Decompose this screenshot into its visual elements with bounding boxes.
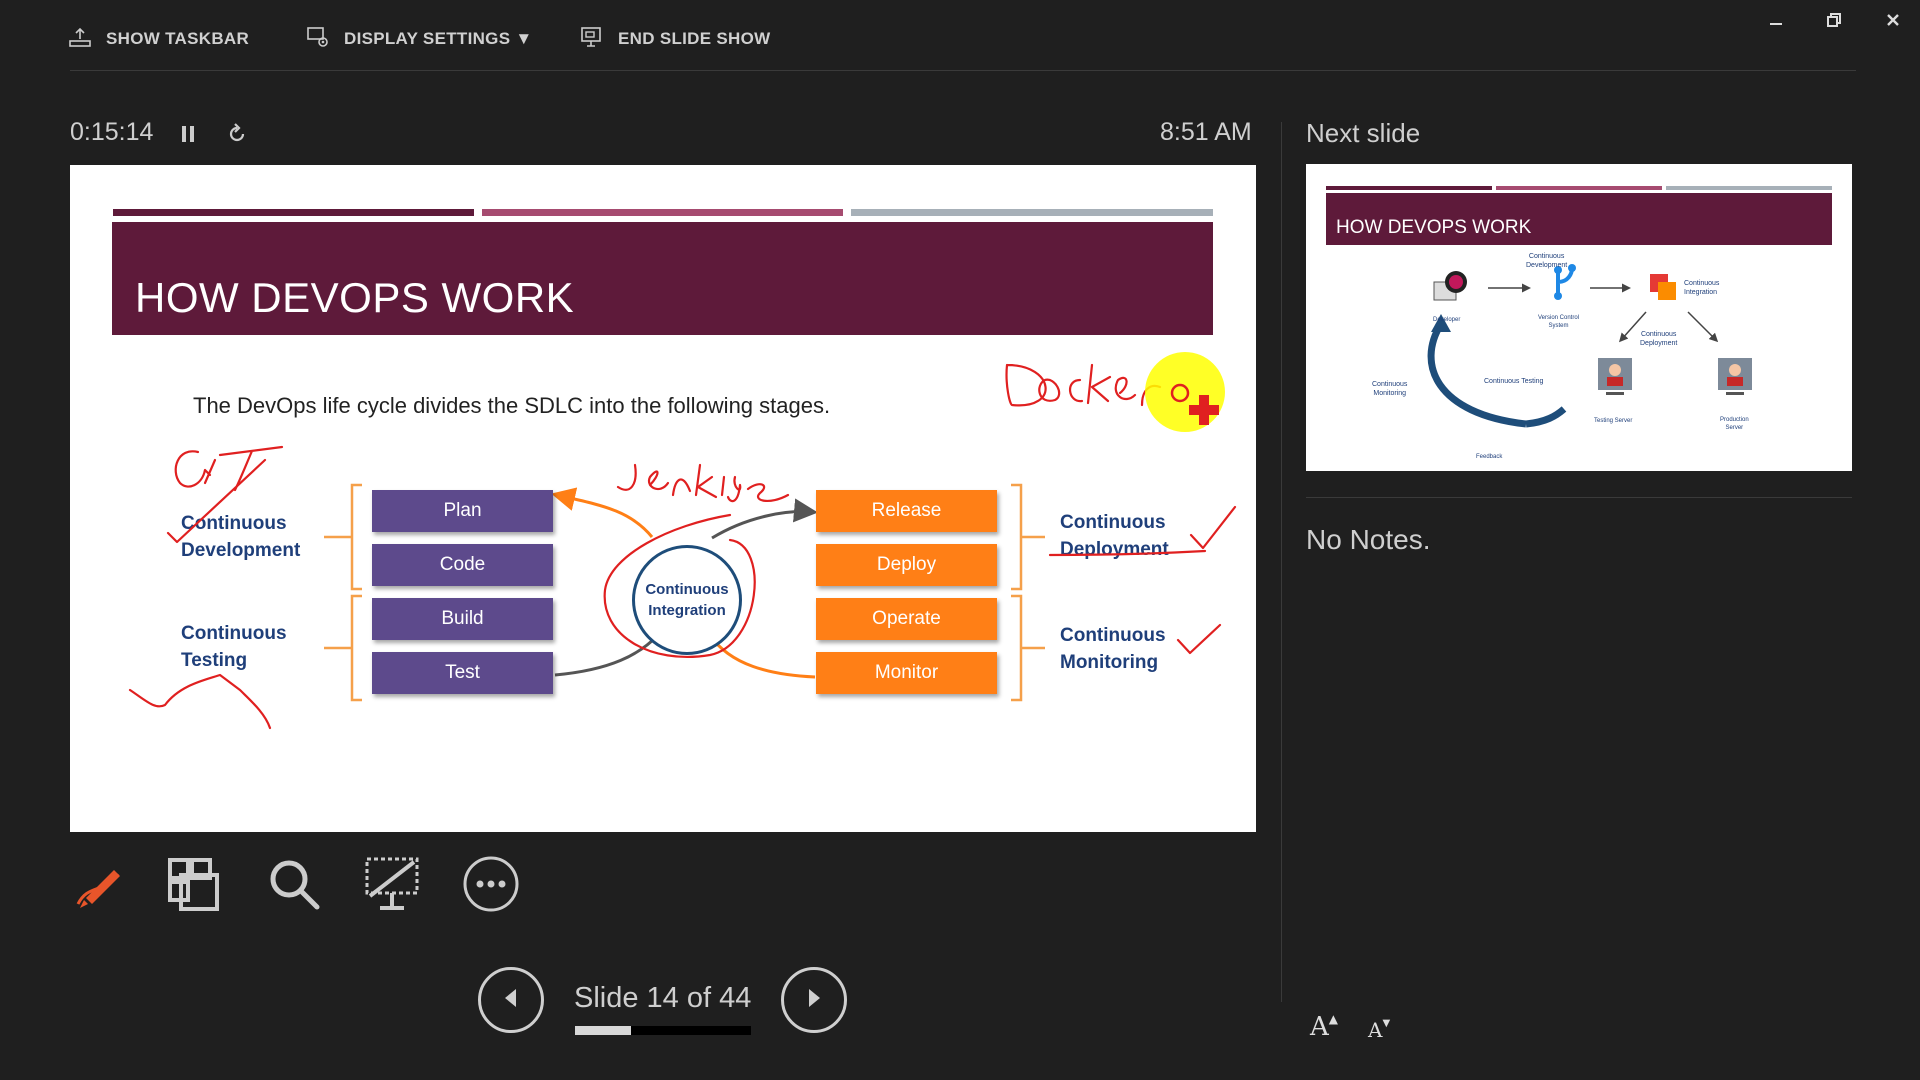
clock: 8:51 AM	[1160, 118, 1252, 146]
slide-progress-fill	[575, 1026, 631, 1035]
thumb-vcs-2: System	[1548, 323, 1569, 329]
display-settings-icon	[306, 25, 330, 54]
ink-annotations	[128, 352, 1237, 730]
thumb-label-cdep: Continuous Deployment	[1640, 330, 1677, 348]
toolbar-divider	[70, 70, 1856, 71]
pause-icon[interactable]	[172, 118, 204, 150]
more-icon[interactable]	[459, 852, 523, 916]
next-slide-button[interactable]	[781, 967, 847, 1033]
next-slide-label: Next slide	[1306, 118, 1421, 148]
grid-icon[interactable]	[162, 852, 226, 916]
thumb-ci-1: Continuous	[1684, 280, 1720, 287]
decrease-font-label: A	[1368, 1018, 1383, 1042]
thumb-cmon-1: Continuous	[1372, 381, 1408, 388]
display-settings-button[interactable]: DISPLAY SETTINGS ▼	[306, 22, 533, 56]
end-show-icon	[580, 25, 604, 54]
minimize-icon[interactable]	[1756, 6, 1796, 34]
thumb-label-feedback: Feedback	[1476, 454, 1503, 460]
thumb-ci-2: Integration	[1684, 289, 1718, 296]
thumb-prod-2: Server	[1725, 425, 1744, 431]
taskbar-icon	[68, 25, 92, 54]
thumb-cd-1: Continuous	[1528, 253, 1565, 260]
restore-icon[interactable]	[1814, 6, 1854, 34]
thumb-label-vcs: Version Control System	[1538, 314, 1579, 330]
black-screen-icon[interactable]	[360, 852, 424, 916]
current-slide[interactable]: HOW DEVOPS WORK The DevOps life cycle di…	[70, 165, 1256, 832]
close-icon[interactable]	[1873, 6, 1913, 34]
thumb-cd-2: Development	[1526, 262, 1568, 269]
end-slide-show-button[interactable]: END SLIDE SHOW	[580, 22, 771, 56]
slide-counter: Slide 14 of 44	[574, 982, 752, 1014]
display-settings-label: DISPLAY SETTINGS ▼	[344, 29, 533, 48]
magnifier-icon[interactable]	[262, 852, 326, 916]
slide-progress	[575, 1026, 751, 1035]
prev-icon	[500, 986, 522, 1015]
thumb-cmon-2: Monitoring	[1373, 390, 1407, 397]
increase-font-button[interactable]: A▲	[1310, 1012, 1338, 1042]
next-slide-thumbnail[interactable]: HOW DEVOPS WORK Continuous Development C…	[1306, 164, 1852, 471]
thumb-prod-1: Production	[1720, 417, 1749, 423]
increase-font-label: A	[1310, 1012, 1329, 1042]
thumb-label-cd: Continuous Development	[1526, 252, 1567, 270]
thumb-label-prod-server: Production Server	[1720, 416, 1749, 432]
speaker-notes: No Notes.	[1306, 524, 1431, 555]
pen-icon[interactable]	[66, 852, 130, 916]
end-slide-show-label: END SLIDE SHOW	[618, 29, 771, 48]
thumb-label-test-server: Testing Server	[1594, 418, 1633, 424]
notes-divider	[1306, 497, 1852, 498]
thumb-label-cmon: Continuous Monitoring	[1372, 380, 1407, 398]
thumb-cdep-1: Continuous	[1640, 331, 1677, 338]
show-taskbar-label: SHOW TASKBAR	[106, 29, 250, 48]
show-taskbar-button[interactable]: SHOW TASKBAR	[68, 22, 249, 56]
thumb-label-ctest: Continuous Testing	[1484, 378, 1544, 385]
thumb-vcs-1: Version Control	[1538, 315, 1580, 321]
elapsed-timer: 0:15:14	[70, 118, 154, 146]
thumb-label-ci: Continuous Integration	[1684, 279, 1719, 297]
thumb-cdep-2: Deployment	[1640, 340, 1678, 347]
next-icon	[803, 986, 825, 1015]
decrease-font-button[interactable]: A▼	[1368, 1018, 1390, 1042]
prev-slide-button[interactable]	[478, 967, 544, 1033]
thumb-label-developer: Developer	[1433, 317, 1461, 323]
pane-divider	[1281, 122, 1282, 1002]
refresh-icon[interactable]	[221, 118, 253, 150]
